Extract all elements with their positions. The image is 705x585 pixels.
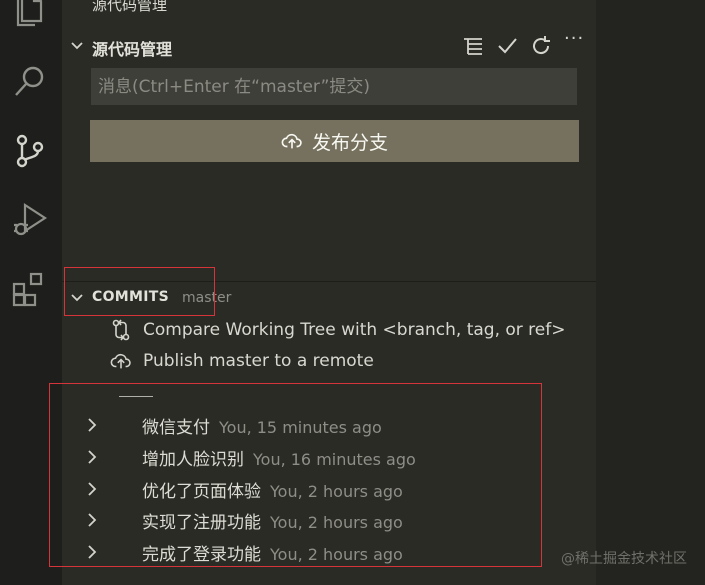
extensions-icon[interactable] — [10, 270, 50, 310]
chevron-down-icon[interactable] — [70, 39, 84, 53]
highlight-box-commit-list — [49, 383, 542, 567]
highlight-box-commits-header — [64, 267, 215, 316]
compare-working-tree-label: Compare Working Tree with <branch, tag, … — [143, 320, 566, 340]
top-view-title: 源代码管理 — [92, 0, 168, 14]
scm-section-header[interactable]: 源代码管理 ··· — [62, 28, 596, 60]
compare-working-tree-action[interactable]: Compare Working Tree with <branch, tag, … — [110, 318, 565, 342]
commit-check-icon[interactable] — [495, 34, 519, 58]
publish-branch-label: 发布分支 — [311, 131, 388, 154]
source-control-icon[interactable] — [10, 131, 50, 171]
cloud-upload-icon — [110, 350, 132, 372]
files-icon[interactable] — [10, 0, 50, 28]
more-actions-icon[interactable]: ··· — [554, 0, 574, 9]
top-view-header: 源代码管理 ··· — [62, 0, 596, 22]
refresh-icon[interactable] — [529, 34, 553, 58]
compare-icon — [110, 319, 132, 341]
commit-message-input[interactable] — [91, 68, 577, 105]
run-debug-icon[interactable] — [10, 200, 50, 240]
cloud-upload-icon — [281, 130, 303, 152]
search-icon[interactable] — [10, 62, 50, 102]
view-as-tree-icon[interactable] — [461, 34, 485, 58]
scm-title: 源代码管理 — [92, 40, 173, 59]
editor-area — [596, 0, 705, 585]
more-actions-icon[interactable]: ··· — [564, 28, 588, 52]
publish-to-remote-label: Publish master to a remote — [143, 351, 374, 371]
publish-branch-button[interactable]: 发布分支 — [90, 120, 579, 162]
watermark: @稀土掘金技术社区 — [561, 551, 687, 567]
publish-to-remote-action[interactable]: Publish master to a remote — [110, 349, 374, 373]
